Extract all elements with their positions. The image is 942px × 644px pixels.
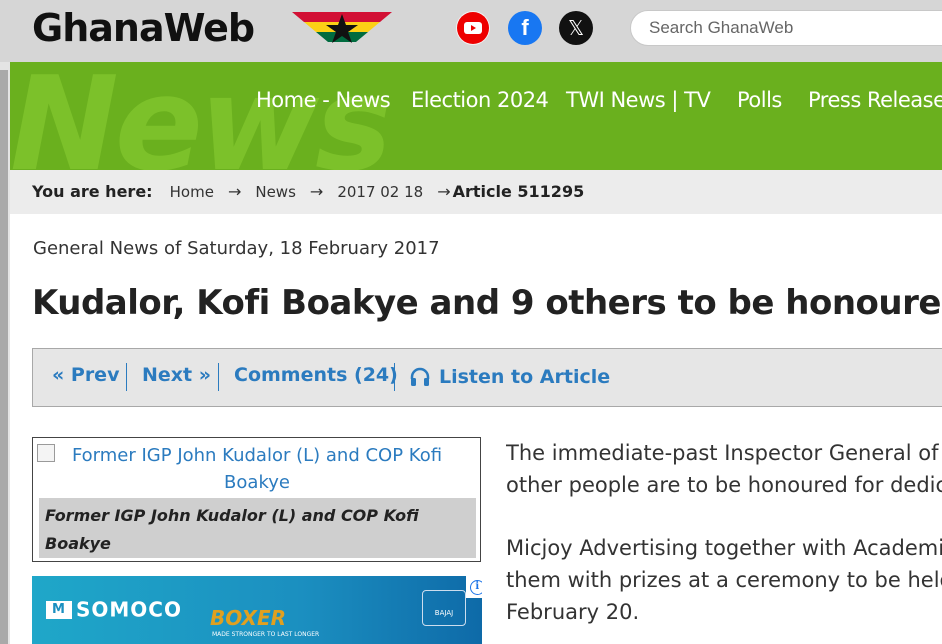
listen-to-article-button[interactable]: Listen to Article <box>439 366 610 388</box>
breadcrumb-date[interactable]: 2017 02 18 <box>337 183 423 201</box>
ad-product-name: BOXER <box>210 606 287 630</box>
ad-choices[interactable]: i ⋮ <box>466 576 482 598</box>
ad-tagline: MADE STRONGER TO LAST LONGER <box>212 631 320 638</box>
headphones-icon <box>410 367 430 386</box>
article-paragraph: Micjoy Advertising together with Academi… <box>506 532 942 628</box>
article-title: Kudalor, Kofi Boakye and 9 others to be … <box>32 283 942 323</box>
breadcrumb-current: Article 511295 <box>452 182 585 201</box>
image-alt-text-line: Former IGP John Kudalor (L) and COP Kofi <box>71 445 443 466</box>
paragraph-line: them with prizes at a ceremony to be hel… <box>506 568 942 592</box>
x-twitter-icon[interactable]: 𝕏 <box>559 11 593 45</box>
image-caption: Former IGP John Kudalor (L) and COP Kofi… <box>39 498 476 558</box>
image-alt-text-line: Boakye <box>224 472 290 493</box>
left-edge-bar <box>0 70 8 644</box>
nav-item-election-2024[interactable]: Election 2024 <box>411 88 549 112</box>
paragraph-line: other people are to be honoured for dedi… <box>506 473 942 497</box>
ad-info-icon[interactable]: i <box>469 579 482 595</box>
breadcrumb-label: You are here: <box>32 182 153 201</box>
main-nav: News Home - News Election 2024 TWI News … <box>10 62 942 170</box>
ad-brand-text: SOMOCO <box>76 597 182 622</box>
article-dateline: General News of Saturday, 18 February 20… <box>33 238 440 259</box>
nav-item-polls[interactable]: Polls <box>737 88 782 112</box>
news-watermark: News <box>10 62 392 170</box>
prev-article-link[interactable]: « Prev <box>52 364 119 386</box>
article-toolbar: « Prev Next » Comments (24) Listen to Ar… <box>32 348 942 407</box>
ad-partner-logo: BAJAJ <box>422 590 466 626</box>
toolbar-divider <box>126 363 127 391</box>
toolbar-divider <box>394 363 395 391</box>
youtube-icon[interactable] <box>456 11 490 45</box>
ad-brand-logo: M SOMOCO <box>46 596 182 622</box>
nav-item-home-news[interactable]: Home - News <box>256 88 391 112</box>
advertisement-banner[interactable]: M SOMOCO BOXER MADE STRONGER TO LAST LONG… <box>32 576 482 644</box>
article-paragraph: The immediate-past Inspector General of … <box>506 437 942 501</box>
broken-image-icon <box>37 444 55 462</box>
site-logo[interactable]: GhanaWeb <box>32 6 255 50</box>
breadcrumb-home[interactable]: Home <box>170 183 214 201</box>
nav-item-press-release[interactable]: Press Release <box>808 88 942 112</box>
article-figure: Former IGP John Kudalor (L) and COP Kofi… <box>32 437 481 562</box>
breadcrumb-arrow: → <box>437 182 451 201</box>
next-article-link[interactable]: Next » <box>142 364 211 386</box>
toolbar-divider <box>218 363 219 391</box>
facebook-icon[interactable]: f <box>508 11 542 45</box>
breadcrumb-arrow: → <box>227 182 242 201</box>
search-input[interactable]: Search GhanaWeb <box>630 10 942 46</box>
paragraph-line: The immediate-past Inspector General of … <box>506 441 942 465</box>
image-caption-line: Former IGP John Kudalor (L) and COP Kofi <box>45 506 419 525</box>
image-caption-line: Boakye <box>45 534 111 553</box>
comments-link[interactable]: Comments (24) <box>234 364 398 386</box>
paragraph-line: Micjoy Advertising together with Academi… <box>506 536 942 560</box>
paragraph-line: February 20. <box>506 600 640 624</box>
breadcrumb: You are here: Home → News → 2017 02 18 → Artic… <box>10 170 942 214</box>
ghana-flag-logo-icon <box>292 12 392 43</box>
article-image[interactable]: Former IGP John Kudalor (L) and COP Kofi… <box>37 442 477 498</box>
site-header: GhanaWeb f 𝕏 Search GhanaWeb <box>0 0 942 62</box>
breadcrumb-news[interactable]: News <box>255 183 296 201</box>
nav-item-twi-news-tv[interactable]: TWI News | TV <box>566 88 711 112</box>
breadcrumb-arrow: → <box>309 182 324 201</box>
